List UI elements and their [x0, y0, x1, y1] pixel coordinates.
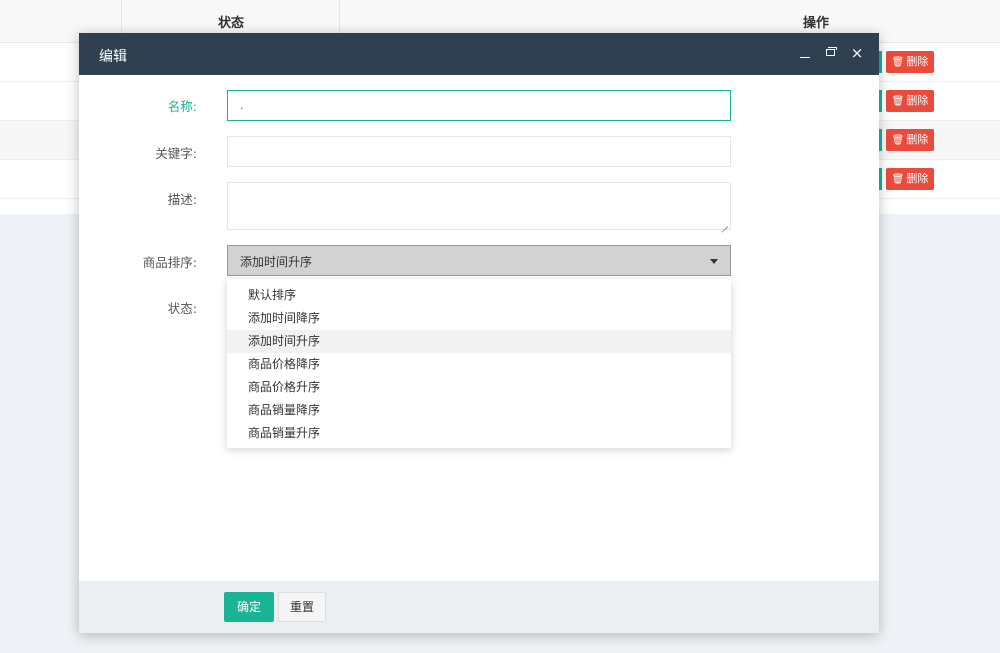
dropdown-option-selected[interactable]: 添加时间升序 [227, 330, 731, 353]
column-header-status: 状态 [218, 16, 245, 31]
description-label: 描述: [167, 192, 197, 207]
trash-icon: 🗑 [891, 135, 905, 146]
dropdown-option[interactable]: 商品销量降序 [227, 399, 731, 422]
sort-select[interactable]: 添加时间升序 [227, 245, 731, 276]
edit-button-edge[interactable] [879, 51, 882, 73]
keyword-label: 关键字: [155, 146, 197, 161]
trash-icon: 🗑 [891, 174, 905, 185]
delete-button[interactable]: 🗑 删除 [886, 90, 934, 112]
sort-dropdown: 默认排序 添加时间降序 添加时间升序 商品价格降序 商品价格升序 商品销量降序 … [227, 279, 731, 448]
close-icon[interactable]: × [849, 44, 865, 62]
delete-button[interactable]: 🗑 删除 [886, 168, 934, 190]
edit-button-edge[interactable] [879, 168, 882, 190]
name-input[interactable]: . [227, 90, 731, 121]
dropdown-option[interactable]: 默认排序 [227, 284, 731, 307]
trash-icon: 🗑 [891, 96, 905, 107]
name-input-value: . [240, 99, 244, 112]
trash-icon: 🗑 [891, 57, 905, 68]
description-textarea[interactable] [227, 182, 731, 230]
dropdown-option[interactable]: 商品价格降序 [227, 353, 731, 376]
resize-grip-icon[interactable] [720, 219, 728, 227]
reset-button[interactable]: 重置 [278, 592, 326, 622]
column-header-actions: 操作 [803, 16, 830, 31]
sort-label: 商品排序: [142, 255, 197, 270]
edit-modal: 编辑 × 名称: . 关键字: 描述: 商品排序: 添加时间升序 状态: 默认排… [79, 33, 879, 633]
dropdown-option[interactable]: 添加时间降序 [227, 307, 731, 330]
dropdown-option[interactable]: 商品价格升序 [227, 376, 731, 399]
sort-select-value: 添加时间升序 [240, 255, 313, 269]
status-label: 状态: [167, 301, 197, 316]
caret-down-icon [710, 259, 718, 264]
edit-button-edge[interactable] [879, 129, 882, 151]
delete-button[interactable]: 🗑 删除 [886, 129, 934, 151]
minimize-icon[interactable] [797, 44, 813, 62]
dropdown-option[interactable]: 商品销量升序 [227, 422, 731, 445]
name-label: 名称: [167, 99, 197, 114]
modal-header[interactable]: 编辑 × [79, 33, 879, 75]
delete-button[interactable]: 🗑 删除 [886, 51, 934, 73]
maximize-icon[interactable] [823, 44, 839, 62]
keyword-input[interactable] [227, 136, 731, 167]
modal-footer: 确定 重置 [79, 581, 879, 633]
edit-button-edge[interactable] [879, 90, 882, 112]
confirm-button[interactable]: 确定 [224, 592, 274, 622]
modal-title: 编辑 [99, 49, 127, 65]
